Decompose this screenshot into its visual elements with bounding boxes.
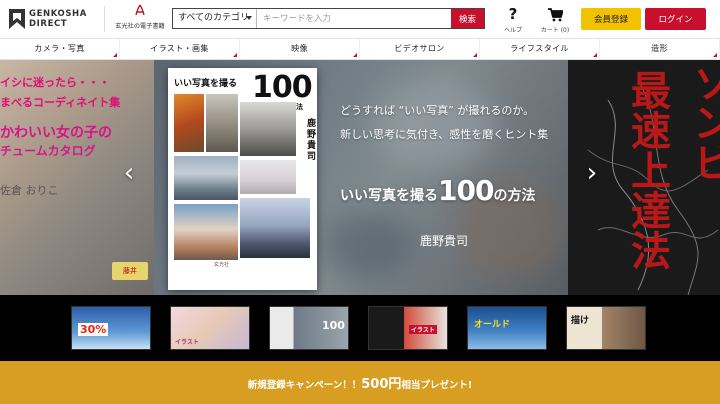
ebook-link[interactable]: 玄光社の電子書籍: [112, 4, 168, 34]
campaign-suffix: 相当プレゼント!: [401, 380, 473, 391]
hero-author: 鹿野貴司: [420, 234, 469, 248]
login-button[interactable]: ログイン: [645, 8, 706, 30]
search-input[interactable]: [257, 9, 451, 28]
corner-triangle-icon: [113, 53, 117, 57]
next-slide-text-2: 最速上達法: [624, 70, 670, 270]
site-header: GENKOSHA DIRECT 玄光社の電子書籍 すべてのカテゴリ 検索 ? ヘ…: [0, 0, 720, 38]
hero-tagline-1: どうすれば “いい写真” が撮れるのか。: [340, 104, 535, 117]
campaign-banner[interactable]: 新規登録キャンペーン！！500円相当プレゼント!: [0, 361, 720, 404]
header-divider: [104, 6, 105, 32]
category-label: カメラ・写真: [34, 44, 85, 53]
hero-title-suffix: の方法: [493, 188, 536, 204]
book-cover-title: いい写真を撮る: [174, 79, 238, 89]
corner-triangle-icon: [353, 53, 357, 57]
carousel-next-arrow[interactable]: ›: [584, 158, 600, 188]
cover-photo-people: [240, 102, 296, 156]
carousel-thumbnails: 30% イラスト 100 イラスト オールド 描け: [0, 295, 720, 361]
thumbnail-label: イラスト: [175, 339, 199, 346]
carousel-thumbnail[interactable]: 100: [269, 306, 349, 350]
thumbnail-label: 描け: [571, 316, 590, 326]
carousel-thumbnail[interactable]: 描け: [566, 306, 646, 350]
help-icon: ?: [508, 5, 518, 23]
left-slide-line4: チュームカタログ: [0, 144, 96, 158]
search-bar: すべてのカテゴリ 検索: [172, 8, 485, 29]
category-lifestyle[interactable]: ライフスタイル: [480, 39, 600, 59]
hero-tagline-2: 新しい思考に気付き、感性を磨くヒント集: [340, 128, 549, 141]
book-cover[interactable]: いい写真を撮る 100 の方法 鹿野貴司 玄光社: [168, 68, 317, 290]
category-camera-photo[interactable]: カメラ・写真: [0, 39, 120, 59]
ebook-icon: [135, 4, 145, 16]
left-slide-badge: 藤井: [112, 262, 148, 280]
carousel-thumbnail[interactable]: イラスト: [170, 306, 250, 350]
campaign-text: 新規登録キャンペーン！！500円相当プレゼント!: [248, 373, 473, 392]
cart-label: カート (0): [540, 27, 570, 34]
logo-text-line2: DIRECT: [29, 19, 68, 29]
book-cover-number: 100: [252, 70, 313, 105]
cover-photo-blossom: [240, 160, 296, 194]
chevron-right-icon: ›: [586, 158, 598, 188]
cover-photo-sea: [240, 198, 310, 258]
corner-triangle-icon: [593, 53, 597, 57]
hero-carousel[interactable]: イシに迷ったら・・・ まべるコーディネイト集 かわいい女の子の チュームカタログ…: [0, 60, 720, 295]
cover-photo-fruit: [174, 94, 204, 152]
left-slide-author: 佐倉 おりこ: [0, 184, 59, 197]
category-illustration[interactable]: イラスト・画集: [120, 39, 240, 59]
search-button[interactable]: 検索: [451, 9, 484, 28]
left-slide-line3: かわいい女の子の: [0, 125, 112, 141]
left-slide-line1: イシに迷ったら・・・: [0, 76, 110, 89]
genkosha-logo[interactable]: GENKOSHA DIRECT: [8, 6, 98, 32]
search-category-select[interactable]: すべてのカテゴリ: [173, 9, 257, 28]
carousel-thumbnail[interactable]: オールド: [467, 306, 547, 350]
search-category-value: すべてのカテゴリ: [178, 13, 250, 23]
carousel-thumbnail[interactable]: 30%: [71, 306, 151, 350]
help-link[interactable]: ? ヘルプ: [498, 5, 528, 35]
category-nav: カメラ・写真 イラスト・画集 映像 ビデオサロン ライフスタイル 造形: [0, 38, 720, 60]
thumbnail-label: イラスト: [409, 325, 437, 334]
thumbnail-label: オールド: [474, 320, 511, 330]
chevron-down-icon: [246, 16, 252, 20]
carousel-prev-arrow[interactable]: ‹: [121, 158, 137, 188]
logo-mark-icon: [9, 9, 25, 29]
category-label: 造形: [651, 44, 668, 53]
blur-blob: [324, 210, 414, 280]
chevron-left-icon: ‹: [123, 158, 135, 188]
category-label: イラスト・画集: [150, 44, 209, 53]
category-label: 映像: [291, 44, 308, 53]
cover-photo-street: [206, 94, 238, 152]
category-video-salon[interactable]: ビデオサロン: [360, 39, 480, 59]
category-label: ライフスタイル: [510, 44, 569, 53]
thumbnail-label: 100: [322, 319, 345, 332]
left-slide-line2: まべるコーディネイト集: [0, 96, 121, 109]
ebook-label: 玄光社の電子書籍: [115, 22, 165, 30]
next-slide-text-1: ゾンビ: [686, 62, 720, 182]
corner-triangle-icon: [233, 53, 237, 57]
register-button[interactable]: 会員登録: [581, 8, 641, 30]
category-label: ビデオサロン: [394, 44, 445, 53]
cart-icon: [547, 8, 563, 22]
thumbnail-label: 30%: [78, 323, 109, 336]
cover-photo-women: [174, 204, 238, 260]
hero-title-number: 100: [438, 174, 494, 207]
logo-text-line1: GENKOSHA: [29, 9, 87, 19]
book-cover-author: 鹿野貴司: [305, 118, 315, 162]
category-video[interactable]: 映像: [240, 39, 360, 59]
cart-link[interactable]: カート (0): [537, 7, 573, 34]
blur-blob: [374, 80, 494, 170]
corner-triangle-icon: [713, 53, 717, 57]
carousel-thumbnail[interactable]: イラスト: [368, 306, 448, 350]
corner-triangle-icon: [473, 53, 477, 57]
book-publisher-mark: 玄光社: [214, 262, 230, 268]
campaign-amount: 500円: [361, 377, 402, 392]
hero-title-prefix: いい写真を撮る: [340, 188, 438, 204]
help-label: ヘルプ: [503, 27, 522, 34]
category-modeling[interactable]: 造形: [600, 39, 720, 59]
hero-title: いい写真を撮る100の方法: [340, 174, 535, 207]
campaign-prefix: 新規登録キャンペーン！！: [247, 380, 362, 391]
cover-photo-mountain: [174, 156, 238, 200]
